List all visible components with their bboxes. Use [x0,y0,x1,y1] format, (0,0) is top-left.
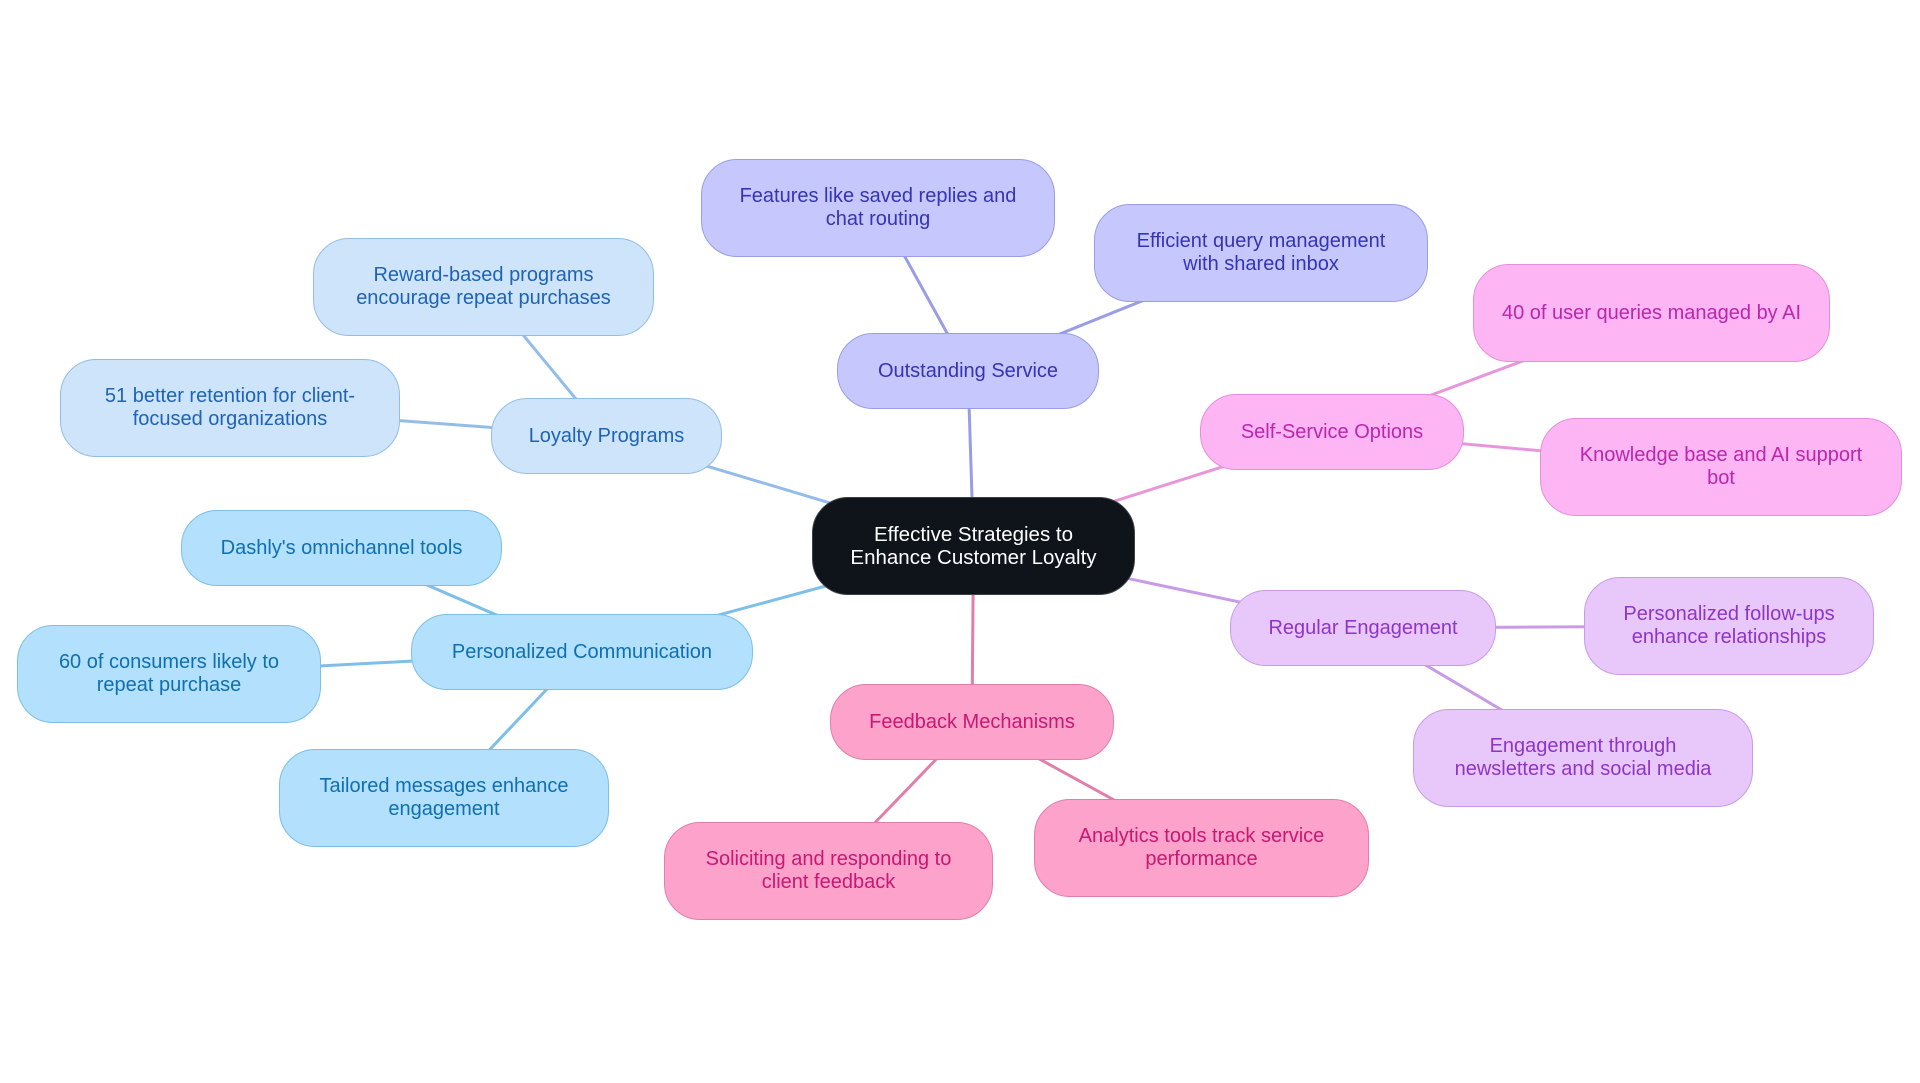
branch-label: Outstanding Service [877,359,1059,382]
leaf-label: Knowledge base and AI support bot [1579,444,1863,489]
leaf-label: Soliciting and responding to client feed… [705,848,952,893]
branch-outstanding-service: Outstanding Service [837,333,1099,409]
leaf-better-retention: 51 better retention for client-focused o… [60,359,400,457]
leaf-label: Tailored messages enhance engagement [319,775,569,820]
leaf-repeat-purchase: 60 of consumers likely to repeat purchas… [17,625,321,723]
root-node: Effective Strategies to Enhance Customer… [812,497,1135,595]
leaf-label: Engagement through newsletters and socia… [1454,735,1712,780]
leaf-ai-queries: 40 of user queries managed by AI [1473,264,1830,362]
leaf-label: Dashly's omnichannel tools [220,536,463,559]
branch-personalized-communication: Personalized Communication [411,614,753,690]
leaf-analytics-tools: Analytics tools track service performanc… [1034,799,1369,897]
branch-loyalty-programs: Loyalty Programs [491,398,722,474]
root-label: Effective Strategies to Enhance Customer… [850,523,1097,569]
leaf-label: Personalized follow-ups enhance relation… [1623,603,1835,648]
leaf-reward-programs: Reward-based programs encourage repeat p… [313,238,654,336]
leaf-tailored-messages: Tailored messages enhance engagement [279,749,609,847]
branch-label: Loyalty Programs [528,424,685,447]
leaf-omnichannel-tools: Dashly's omnichannel tools [181,510,502,586]
leaf-client-feedback: Soliciting and responding to client feed… [664,822,993,920]
branch-self-service-options: Self-Service Options [1200,394,1464,470]
branch-label: Self-Service Options [1240,420,1424,443]
leaf-label: 51 better retention for client-focused o… [104,385,356,430]
leaf-knowledge-base: Knowledge base and AI support bot [1540,418,1902,516]
branch-regular-engagement: Regular Engagement [1230,590,1496,666]
leaf-label: Features like saved replies and chat rou… [739,185,1017,230]
leaf-label: Reward-based programs encourage repeat p… [356,264,611,309]
leaf-shared-inbox: Efficient query management with shared i… [1094,204,1428,302]
leaf-label: Efficient query management with shared i… [1136,230,1386,275]
branch-label: Feedback Mechanisms [869,710,1075,733]
leaf-label: 60 of consumers likely to repeat purchas… [58,651,280,696]
leaf-saved-replies: Features like saved replies and chat rou… [701,159,1055,257]
leaf-label: Analytics tools track service performanc… [1078,825,1325,870]
branch-label: Personalized Communication [451,640,713,663]
leaf-follow-ups: Personalized follow-ups enhance relation… [1584,577,1874,675]
branch-feedback-mechanisms: Feedback Mechanisms [830,684,1114,760]
leaf-label: 40 of user queries managed by AI [1501,301,1802,324]
branch-label: Regular Engagement [1268,616,1458,639]
leaf-newsletters: Engagement through newsletters and socia… [1413,709,1753,807]
